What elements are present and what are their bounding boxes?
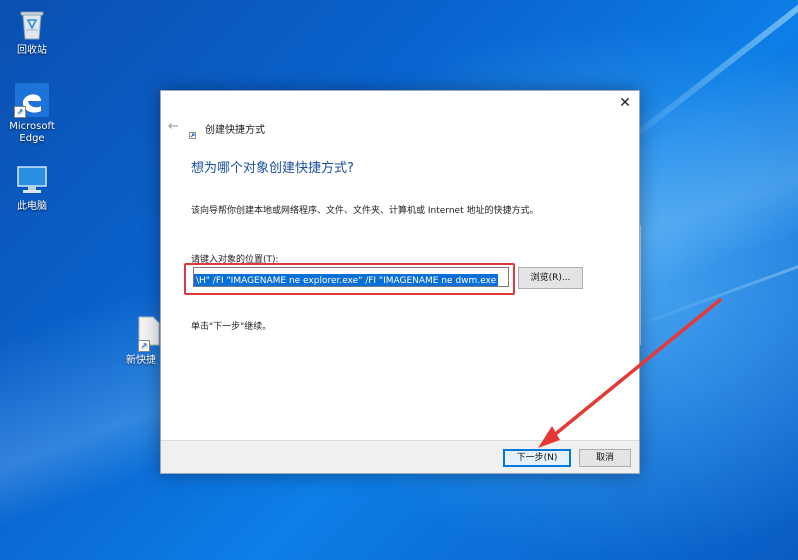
window-title: 创建快捷方式 xyxy=(205,125,265,136)
next-button[interactable]: 下一步(N) xyxy=(503,449,571,467)
continue-hint: 单击"下一步"继续。 xyxy=(191,322,272,332)
page-heading: 想为哪个对象创建快捷方式? xyxy=(191,161,354,176)
shortcut-arrow-icon: ↗ xyxy=(14,106,26,118)
back-arrow-icon[interactable]: ← xyxy=(168,119,179,134)
create-shortcut-dialog: ✕ ← 创建快捷方式 想为哪个对象创建快捷方式? 该向导帮你创建本地或网络程序、… xyxy=(160,90,640,474)
edge-icon: ↗ xyxy=(14,82,50,118)
wizard-description: 该向导帮你创建本地或网络程序、文件、文件夹、计算机或 Internet 地址的快… xyxy=(191,206,539,216)
dialog-footer: 下一步(N) 取消 xyxy=(161,440,639,473)
desktop-icon-edge[interactable]: ↗ Microsoft Edge xyxy=(0,82,64,145)
desktop-icon-this-pc[interactable]: 此电脑 xyxy=(0,162,64,213)
cancel-button[interactable]: 取消 xyxy=(579,449,631,467)
computer-icon xyxy=(14,162,50,198)
shortcut-arrow-icon: ↗ xyxy=(138,340,150,352)
wallpaper-beam xyxy=(619,241,798,333)
highlight-annotation-box xyxy=(184,263,515,295)
shortcut-wizard-icon xyxy=(189,124,196,139)
browse-button[interactable]: 浏览(R)... xyxy=(518,267,583,289)
desktop-icon-label: 回收站 xyxy=(17,45,47,56)
recycle-bin-icon xyxy=(14,6,50,42)
close-button[interactable]: ✕ xyxy=(611,91,639,115)
desktop-icon-label: 此电脑 xyxy=(17,201,47,212)
desktop-icon-recycle-bin[interactable]: 回收站 xyxy=(0,6,64,57)
new-shortcut-file-icon: ↗ xyxy=(138,316,160,352)
desktop-icon-label: Microsoft Edge xyxy=(9,121,55,144)
